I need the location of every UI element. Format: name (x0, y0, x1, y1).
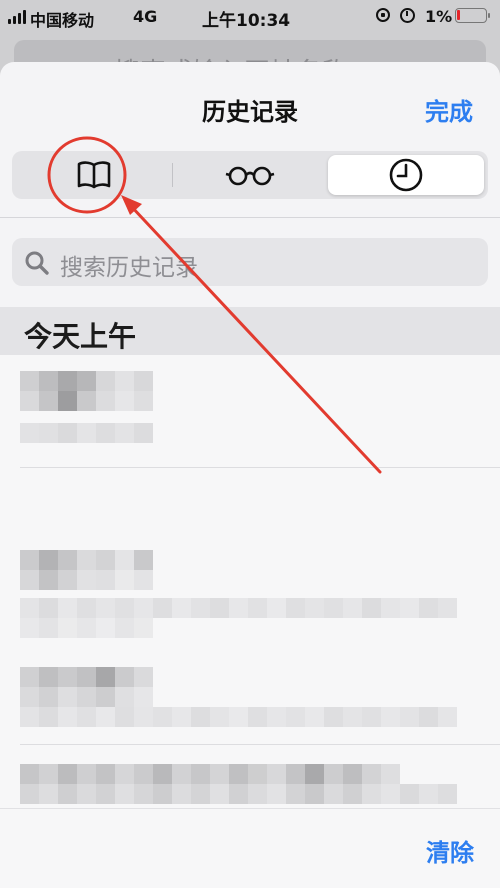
list-item[interactable] (0, 760, 500, 815)
search-icon (25, 251, 49, 275)
section-header: 今天上午 (0, 307, 500, 355)
status-bar: 中国移动 4G 上午10:34 1% (0, 0, 500, 34)
blurred-url (20, 423, 153, 443)
blurred-title (20, 391, 153, 411)
carrier-name: 中国移动 (30, 11, 95, 30)
clock-icon (389, 158, 423, 192)
blurred-title (20, 687, 153, 707)
tab-bookmarks[interactable] (16, 155, 172, 195)
list-item[interactable] (0, 655, 500, 745)
done-button[interactable]: 完成 (425, 92, 473, 127)
signal-icon (8, 10, 26, 24)
rotation-lock-icon (376, 8, 390, 22)
section-title: 今天上午 (24, 320, 137, 353)
list-item[interactable] (0, 355, 500, 468)
blurred-url (20, 707, 457, 727)
segmented-control (12, 151, 488, 199)
list-item[interactable] (0, 538, 500, 643)
tab-reading-list[interactable] (172, 155, 328, 195)
blurred-title (20, 764, 400, 784)
network-type: 4G (133, 7, 158, 26)
search-placeholder: 搜索历史记录 (60, 255, 198, 281)
book-icon (77, 161, 111, 189)
battery-icon (455, 8, 490, 23)
blurred-url (20, 618, 153, 638)
blurred-url (20, 598, 457, 618)
divider (0, 217, 500, 218)
blurred-title (20, 371, 153, 391)
alarm-icon (400, 8, 415, 23)
row-separator (20, 467, 500, 468)
bottom-toolbar: 清除 (0, 808, 500, 888)
blurred-title (20, 570, 153, 590)
blurred-title (20, 550, 153, 570)
battery-percent: 1% (425, 7, 453, 26)
row-separator (20, 744, 500, 745)
battery-fill (457, 10, 460, 20)
status-time: 上午10:34 (202, 11, 291, 31)
tab-history[interactable] (328, 155, 484, 195)
history-sheet: 历史记录 完成 搜索历史记录 今天上午 清除 (0, 62, 500, 888)
blurred-title (20, 784, 457, 804)
blurred-title (20, 667, 153, 687)
clear-button[interactable]: 清除 (426, 833, 474, 868)
history-list (0, 355, 500, 815)
search-input[interactable]: 搜索历史记录 (12, 238, 488, 286)
glasses-icon (225, 166, 275, 186)
